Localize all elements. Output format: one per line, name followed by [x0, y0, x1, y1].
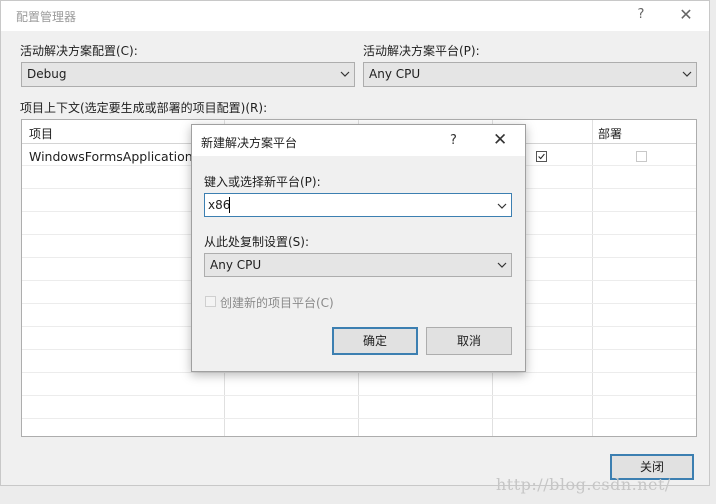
new-platform-label: 键入或选择新平台(P): [204, 175, 321, 189]
copy-from-dropdown[interactable]: Any CPU [204, 253, 512, 277]
chevron-down-icon [682, 71, 692, 77]
active-platform-label: 活动解决方案平台(P): [363, 44, 480, 58]
new-platform-value: x86 [208, 198, 231, 212]
copy-from-label: 从此处复制设置(S): [204, 235, 310, 249]
active-config-value: Debug [27, 67, 67, 81]
create-project-platforms-label: 创建新的项目平台(C) [220, 296, 334, 310]
project-name-cell: WindowsFormsApplication2 [29, 149, 201, 164]
help-button[interactable]: ? [633, 7, 649, 25]
watermark: http://blog.csdn.net/ [496, 475, 671, 494]
active-config-label: 活动解决方案配置(C): [20, 44, 138, 58]
dialog-title: 新建解决方案平台 [201, 136, 298, 150]
text-caret [229, 197, 230, 213]
create-project-platforms-checkbox[interactable] [205, 296, 216, 307]
dialog-close-button[interactable]: ✕ [493, 130, 507, 150]
cancel-button[interactable]: 取消 [426, 327, 512, 355]
dialog-help-button[interactable]: ? [450, 133, 457, 148]
project-context-label: 项目上下文(选定要生成或部署的项目配置)(R): [20, 101, 268, 115]
active-platform-value: Any CPU [369, 67, 421, 81]
title-bar: 配置管理器 ? ✕ [1, 1, 709, 31]
column-header-project[interactable]: 项目 [29, 125, 53, 142]
column-header-deploy[interactable]: 部署 [598, 125, 622, 142]
chevron-down-icon [340, 71, 350, 77]
active-config-dropdown[interactable]: Debug [21, 62, 355, 87]
close-window-button[interactable]: ✕ [677, 6, 695, 24]
new-solution-platform-dialog: 新建解决方案平台 ? ✕ 键入或选择新平台(P): x86 从此处复制设置(S)… [191, 124, 526, 372]
chevron-down-icon [497, 262, 507, 268]
new-platform-combobox[interactable]: x86 [204, 193, 512, 217]
deploy-checkbox[interactable] [636, 151, 647, 162]
window-title: 配置管理器 [16, 10, 77, 24]
active-platform-dropdown[interactable]: Any CPU [363, 62, 697, 87]
chevron-down-icon[interactable] [497, 202, 507, 210]
copy-from-value: Any CPU [210, 258, 262, 272]
checkmark-icon [538, 153, 545, 160]
build-checkbox[interactable] [536, 151, 547, 162]
ok-button[interactable]: 确定 [332, 327, 418, 355]
dialog-title-bar: 新建解决方案平台 ? ✕ [192, 125, 525, 156]
